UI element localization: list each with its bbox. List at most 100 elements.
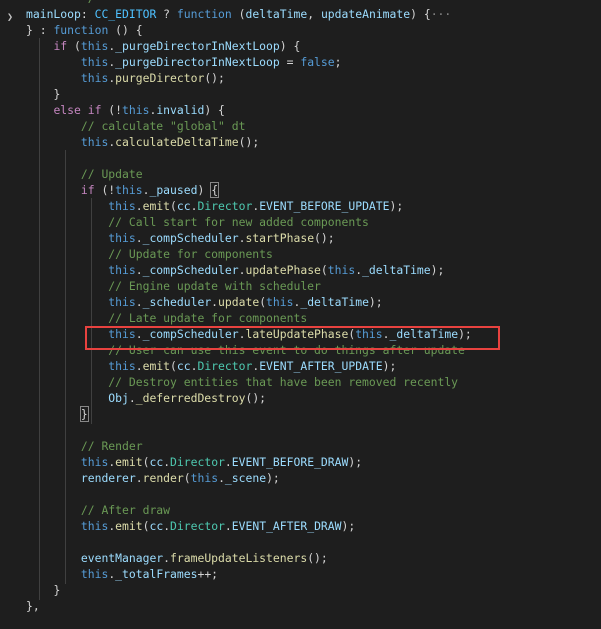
code-line[interactable] bbox=[26, 486, 472, 502]
code-token: . bbox=[128, 391, 136, 405]
code-token: // Render bbox=[80, 439, 143, 453]
code-line[interactable]: if (!this._paused) { bbox=[26, 182, 472, 198]
code-line[interactable]: this._compScheduler.updatePhase(this._de… bbox=[26, 262, 472, 278]
code-line[interactable]: this.purgeDirector(); bbox=[26, 70, 472, 86]
code-line[interactable]: }, bbox=[26, 598, 472, 614]
code-token: Obj bbox=[108, 391, 129, 405]
code-line[interactable]: // Update for components bbox=[26, 246, 472, 262]
code-token: { bbox=[210, 182, 220, 198]
code-line[interactable]: this._compScheduler.startPhase(); bbox=[26, 230, 472, 246]
code-token: _deltaTime bbox=[362, 263, 431, 277]
code-line[interactable]: this.emit(cc.Director.EVENT_BEFORE_DRAW)… bbox=[26, 454, 472, 470]
code-line[interactable]: // Engine update with scheduler bbox=[26, 278, 472, 294]
code-token: . bbox=[135, 327, 143, 341]
code-line[interactable]: mainLoop: CC_EDITOR ? function (deltaTim… bbox=[26, 6, 472, 22]
code-token: }, bbox=[26, 599, 40, 613]
code-token: this bbox=[108, 231, 136, 245]
code-token: ( bbox=[170, 359, 177, 373]
code-token: . bbox=[135, 263, 143, 277]
code-token: EVENT_AFTER_DRAW bbox=[231, 519, 342, 533]
code-line[interactable]: } bbox=[26, 406, 472, 422]
code-line[interactable]: this.emit(cc.Director.EVENT_AFTER_DRAW); bbox=[26, 518, 472, 534]
code-token: (); bbox=[245, 391, 267, 405]
code-token: } : bbox=[26, 23, 54, 37]
code-token: _scheduler bbox=[142, 295, 212, 309]
code-token: _compScheduler bbox=[142, 231, 239, 245]
code-token: (! bbox=[94, 183, 116, 197]
code-line[interactable]: this.calculateDeltaTime(); bbox=[26, 134, 472, 150]
code-token: ) bbox=[197, 183, 212, 197]
code-token: ); bbox=[389, 199, 404, 213]
code-line[interactable] bbox=[26, 150, 472, 166]
code-line[interactable] bbox=[26, 422, 472, 438]
code-token: , bbox=[307, 7, 321, 21]
code-token: . bbox=[135, 359, 143, 373]
code-token: _purgeDirectorInNextLoop bbox=[115, 39, 280, 53]
code-token: ); bbox=[266, 471, 280, 485]
code-line[interactable]: // Render bbox=[26, 438, 472, 454]
code-line[interactable]: this._purgeDirectorInNextLoop = false; bbox=[26, 54, 472, 70]
code-line[interactable]: this._scheduler.update(this._deltaTime); bbox=[26, 294, 472, 310]
code-token: ( bbox=[67, 39, 81, 53]
code-line[interactable]: // Late update for components bbox=[26, 310, 472, 326]
code-token: this bbox=[122, 103, 150, 117]
code-line[interactable]: // calculate "global" dt bbox=[26, 118, 472, 134]
code-line[interactable]: // User can use this event to do things … bbox=[26, 342, 472, 358]
code-token: // Update for components bbox=[108, 247, 273, 261]
code-line[interactable]: this.emit(cc.Director.EVENT_AFTER_UPDATE… bbox=[26, 358, 472, 374]
code-lines[interactable]: */mainLoop: CC_EDITOR ? function (deltaT… bbox=[26, 0, 472, 614]
code-line[interactable]: if (this._purgeDirectorInNextLoop) { bbox=[26, 38, 472, 54]
code-token: */ bbox=[81, 0, 95, 5]
code-line[interactable]: // After draw bbox=[26, 502, 472, 518]
code-editor[interactable]: ❯ */mainLoop: CC_EDITOR ? function (delt… bbox=[0, 0, 601, 629]
code-token: Director bbox=[197, 359, 253, 373]
code-token: ( bbox=[183, 471, 191, 485]
code-token: (); bbox=[204, 71, 225, 85]
code-line[interactable]: // Call start for new added components bbox=[26, 214, 472, 230]
code-token: cc bbox=[176, 359, 191, 373]
code-token: (); bbox=[307, 551, 328, 565]
code-token: ( bbox=[320, 263, 328, 277]
code-line[interactable]: } bbox=[26, 86, 472, 102]
code-line[interactable] bbox=[26, 534, 472, 550]
code-line[interactable]: } : function () { bbox=[26, 22, 472, 38]
code-token: _paused bbox=[149, 183, 198, 197]
code-token: (); bbox=[314, 231, 335, 245]
code-line[interactable]: else if (!this.invalid) { bbox=[26, 102, 472, 118]
code-token: ); bbox=[368, 295, 383, 309]
code-line[interactable]: Obj._deferredDestroy(); bbox=[26, 390, 472, 406]
chevron-right-icon[interactable]: ❯ bbox=[7, 12, 13, 23]
code-token: this bbox=[108, 359, 136, 373]
code-token: emit bbox=[142, 199, 171, 213]
code-token: ( bbox=[231, 7, 246, 21]
code-token: this bbox=[108, 263, 136, 277]
code-token: . bbox=[163, 551, 171, 565]
code-line[interactable]: renderer.render(this._scene); bbox=[26, 470, 472, 486]
code-line[interactable]: // Update bbox=[26, 166, 472, 182]
code-line[interactable]: this.emit(cc.Director.EVENT_BEFORE_UPDAT… bbox=[26, 198, 472, 214]
code-token: _totalFrames bbox=[115, 567, 198, 581]
code-line[interactable]: this._compScheduler.lateUpdatePhase(this… bbox=[26, 326, 472, 342]
code-line[interactable]: } bbox=[26, 582, 472, 598]
code-token: ··· bbox=[430, 7, 452, 21]
code-token: false bbox=[300, 55, 335, 69]
code-token: . bbox=[218, 471, 225, 485]
code-line[interactable]: this._totalFrames++; bbox=[26, 566, 472, 582]
code-line[interactable]: eventManager.frameUpdateListeners(); bbox=[26, 550, 472, 566]
code-token: this bbox=[190, 471, 219, 485]
code-line[interactable]: // Destroy entities that have been remov… bbox=[26, 374, 472, 390]
